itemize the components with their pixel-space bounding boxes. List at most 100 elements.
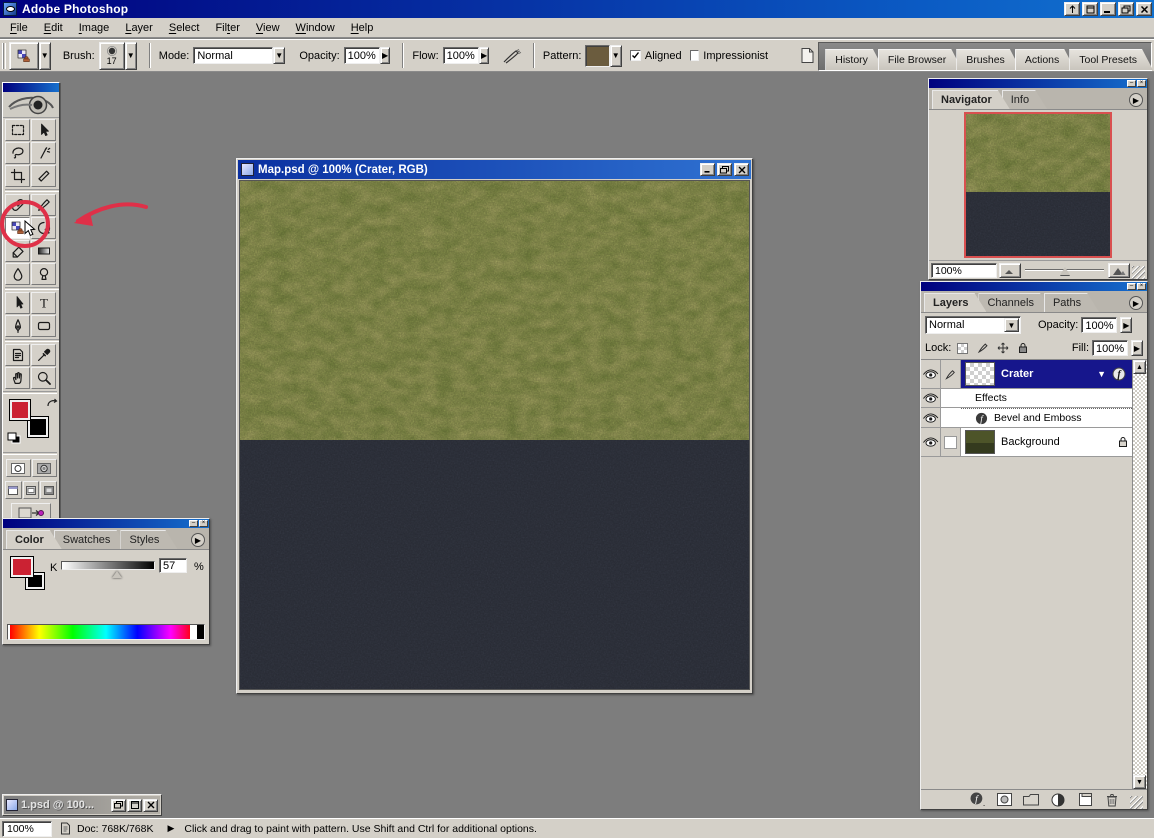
menu-view[interactable]: View: [248, 20, 288, 36]
pattern-swatch[interactable]: [585, 45, 609, 67]
well-tab-history[interactable]: History: [825, 49, 884, 70]
layer-style-f-icon[interactable]: f: [1112, 367, 1126, 381]
navigator-zoom-field[interactable]: 100%: [931, 263, 997, 278]
type-tool[interactable]: T: [31, 292, 56, 314]
layer-row-background[interactable]: Background: [921, 428, 1132, 457]
blur-tool[interactable]: [5, 263, 30, 285]
palette-close-button[interactable]: ×: [199, 520, 208, 527]
mode-select[interactable]: Normal: [193, 47, 273, 64]
menu-help[interactable]: Help: [343, 20, 382, 36]
resize-grip[interactable]: [1130, 796, 1143, 809]
tool-preset-picker[interactable]: [9, 42, 38, 70]
color-foreground-swatch[interactable]: [11, 557, 33, 577]
document-titlebar[interactable]: Map.psd @ 100% (Crater, RGB): [238, 160, 751, 179]
canvas[interactable]: [239, 180, 750, 690]
tab-info[interactable]: Info: [1002, 90, 1047, 109]
photoshop-eye-logo[interactable]: [3, 92, 59, 118]
lock-transparency-toggle[interactable]: [954, 341, 971, 356]
layer-row-crater[interactable]: Crater▼f: [921, 360, 1132, 389]
navigator-proxy-view[interactable]: [964, 112, 1112, 258]
color-spectrum-ramp[interactable]: [7, 624, 205, 640]
hand-tool[interactable]: [5, 367, 30, 389]
app-titlebar[interactable]: Adobe Photoshop: [0, 0, 1154, 18]
eraser-tool[interactable]: [5, 240, 30, 262]
palette-minimize-button[interactable]: –: [1127, 283, 1136, 290]
palette-minimize-button[interactable]: –: [1127, 80, 1136, 87]
layers-scrollbar[interactable]: ▲ ▼: [1132, 360, 1147, 789]
menu-file[interactable]: File: [2, 20, 36, 36]
standard-screen-button[interactable]: [5, 481, 22, 499]
healing-brush-tool[interactable]: [5, 194, 30, 216]
tab-styles[interactable]: Styles: [120, 530, 177, 549]
layers-opacity-arrow[interactable]: ▶: [1120, 317, 1132, 333]
tab-navigator[interactable]: Navigator: [932, 90, 1010, 109]
k-slider-thumb[interactable]: [112, 571, 122, 578]
min-maximize-button[interactable]: [127, 799, 142, 812]
k-value-field[interactable]: 57: [159, 558, 187, 573]
shape-tool[interactable]: [31, 315, 56, 337]
path-selection-tool[interactable]: [5, 292, 30, 314]
palette-menu-button[interactable]: ▶: [1129, 296, 1143, 310]
move-tool[interactable]: [31, 119, 56, 141]
effects-header-main[interactable]: Effects: [961, 389, 1132, 407]
lasso-tool[interactable]: [5, 142, 30, 164]
eyedropper-tool[interactable]: [31, 344, 56, 366]
menu-image[interactable]: Image: [71, 20, 118, 36]
scroll-down-button[interactable]: ▼: [1133, 775, 1146, 789]
visibility-eye-icon[interactable]: [921, 428, 941, 456]
new-layer-set-button[interactable]: [1022, 792, 1040, 807]
status-popup-arrow[interactable]: ▶: [167, 823, 174, 834]
new-layer-button[interactable]: [1076, 792, 1094, 807]
layer-row-effects[interactable]: Effects: [921, 389, 1132, 408]
effect-row-main[interactable]: fBevel and Emboss: [961, 408, 1132, 427]
foreground-color-swatch[interactable]: [9, 399, 31, 421]
rectangular-marquee-tool[interactable]: [5, 119, 30, 141]
doc-restore-button[interactable]: [717, 163, 732, 176]
history-brush-tool[interactable]: [31, 217, 56, 239]
airbrush-toggle-button[interactable]: [499, 44, 525, 68]
tab-layers[interactable]: Layers: [924, 293, 986, 312]
lock-image-toggle[interactable]: [974, 341, 991, 356]
opacity-field[interactable]: 100%: [344, 47, 380, 64]
toolbox-titlebar[interactable]: [3, 83, 59, 92]
navigator-zoom-slider[interactable]: [1023, 263, 1106, 278]
magic-wand-tool[interactable]: [31, 142, 56, 164]
bw-picker[interactable]: [190, 625, 204, 639]
menu-layer[interactable]: Layer: [117, 20, 161, 36]
pattern-dropdown-arrow[interactable]: ▼: [610, 45, 622, 67]
restore-button[interactable]: [1118, 2, 1134, 16]
options-bar-grip[interactable]: [2, 43, 6, 69]
layer-thumbnail[interactable]: [965, 430, 995, 454]
palette-menu-button[interactable]: ▶: [191, 533, 205, 547]
minimize-button[interactable]: [1100, 2, 1116, 16]
add-layer-style-button[interactable]: f.: [968, 792, 986, 807]
tab-swatches[interactable]: Swatches: [54, 530, 129, 549]
zoom-out-button[interactable]: [999, 263, 1021, 278]
menu-select[interactable]: Select: [161, 20, 208, 36]
aligned-checkbox[interactable]: [630, 50, 641, 61]
brush-tool[interactable]: [31, 194, 56, 216]
close-button[interactable]: [1136, 2, 1152, 16]
statusbar-zoom-field[interactable]: 100%: [2, 821, 52, 837]
zoom-in-button[interactable]: [1108, 263, 1130, 278]
menu-window[interactable]: Window: [288, 20, 343, 36]
dodge-tool[interactable]: [31, 263, 56, 285]
lock-all-toggle[interactable]: [1014, 341, 1031, 356]
delete-layer-button[interactable]: [1103, 792, 1121, 807]
slider-thumb[interactable]: [1060, 267, 1070, 275]
well-tab-file-browser[interactable]: File Browser: [878, 49, 962, 70]
palette-menu-button[interactable]: ▶: [1129, 93, 1143, 107]
add-layer-mask-button[interactable]: [995, 792, 1013, 807]
flow-slider-arrow[interactable]: ▶: [479, 47, 490, 64]
blend-mode-select[interactable]: Normal ▼: [925, 316, 1021, 334]
new-adjustment-layer-button[interactable]: [1049, 792, 1067, 807]
palette-close-button[interactable]: ×: [1137, 283, 1146, 290]
notes-tool[interactable]: [5, 344, 30, 366]
layer-main[interactable]: Crater▼f: [961, 360, 1132, 388]
gradient-tool[interactable]: [31, 240, 56, 262]
layer-row-bevel-and-emboss[interactable]: fBevel and Emboss: [921, 408, 1132, 428]
menu-filter[interactable]: Filter: [207, 20, 247, 36]
tool-preset-dropdown-arrow[interactable]: ▼: [39, 42, 51, 70]
visibility-eye-icon[interactable]: [921, 389, 941, 407]
fill-arrow[interactable]: ▶: [1131, 340, 1143, 356]
